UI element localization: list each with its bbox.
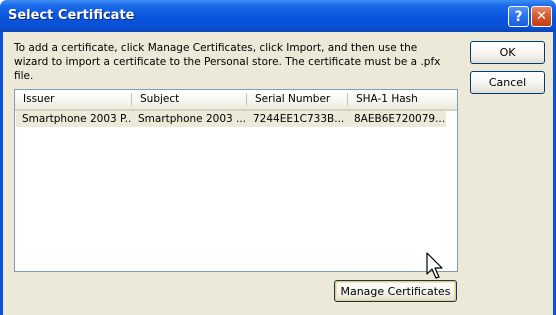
dialog-title: Select Certificate — [8, 8, 135, 23]
cell-issuer: Smartphone 2003 P... — [22, 113, 132, 125]
column-header-serial-number[interactable]: Serial Number — [247, 90, 347, 109]
question-mark-icon: ? — [514, 8, 523, 25]
cell-serial-number: 7244EE1C733B... — [253, 113, 345, 125]
mouse-pointer-icon — [426, 252, 443, 279]
close-icon: ✕ — [536, 9, 547, 24]
list-header: Issuer Subject Serial Number SHA-1 Hash — [15, 90, 457, 111]
cancel-button[interactable]: Cancel — [470, 71, 545, 94]
column-header-subject[interactable]: Subject — [132, 90, 246, 109]
dialog-body: To add a certificate, click Manage Certi… — [3, 32, 553, 315]
title-bar[interactable]: Select Certificate ? ✕ — [0, 0, 556, 32]
close-button[interactable]: ✕ — [531, 6, 552, 27]
cell-subject: Smartphone 2003 ... — [138, 113, 247, 125]
certificate-list[interactable]: Issuer Subject Serial Number SHA-1 Hash … — [14, 89, 458, 272]
column-header-sha1-hash[interactable]: SHA-1 Hash — [348, 90, 456, 109]
column-header-issuer[interactable]: Issuer — [15, 90, 131, 109]
instructions-text: To add a certificate, click Manage Certi… — [14, 42, 441, 82]
help-button[interactable]: ? — [508, 6, 529, 27]
cell-sha1-hash: 8AEB6E720079... — [354, 113, 446, 125]
manage-certificates-button[interactable]: Manage Certificates — [334, 280, 457, 302]
ok-button[interactable]: OK — [470, 41, 545, 64]
dialog-window: Select Certificate ? ✕ To add a certific… — [0, 0, 556, 315]
table-row[interactable]: Smartphone 2003 P... Smartphone 2003 ...… — [16, 111, 446, 127]
